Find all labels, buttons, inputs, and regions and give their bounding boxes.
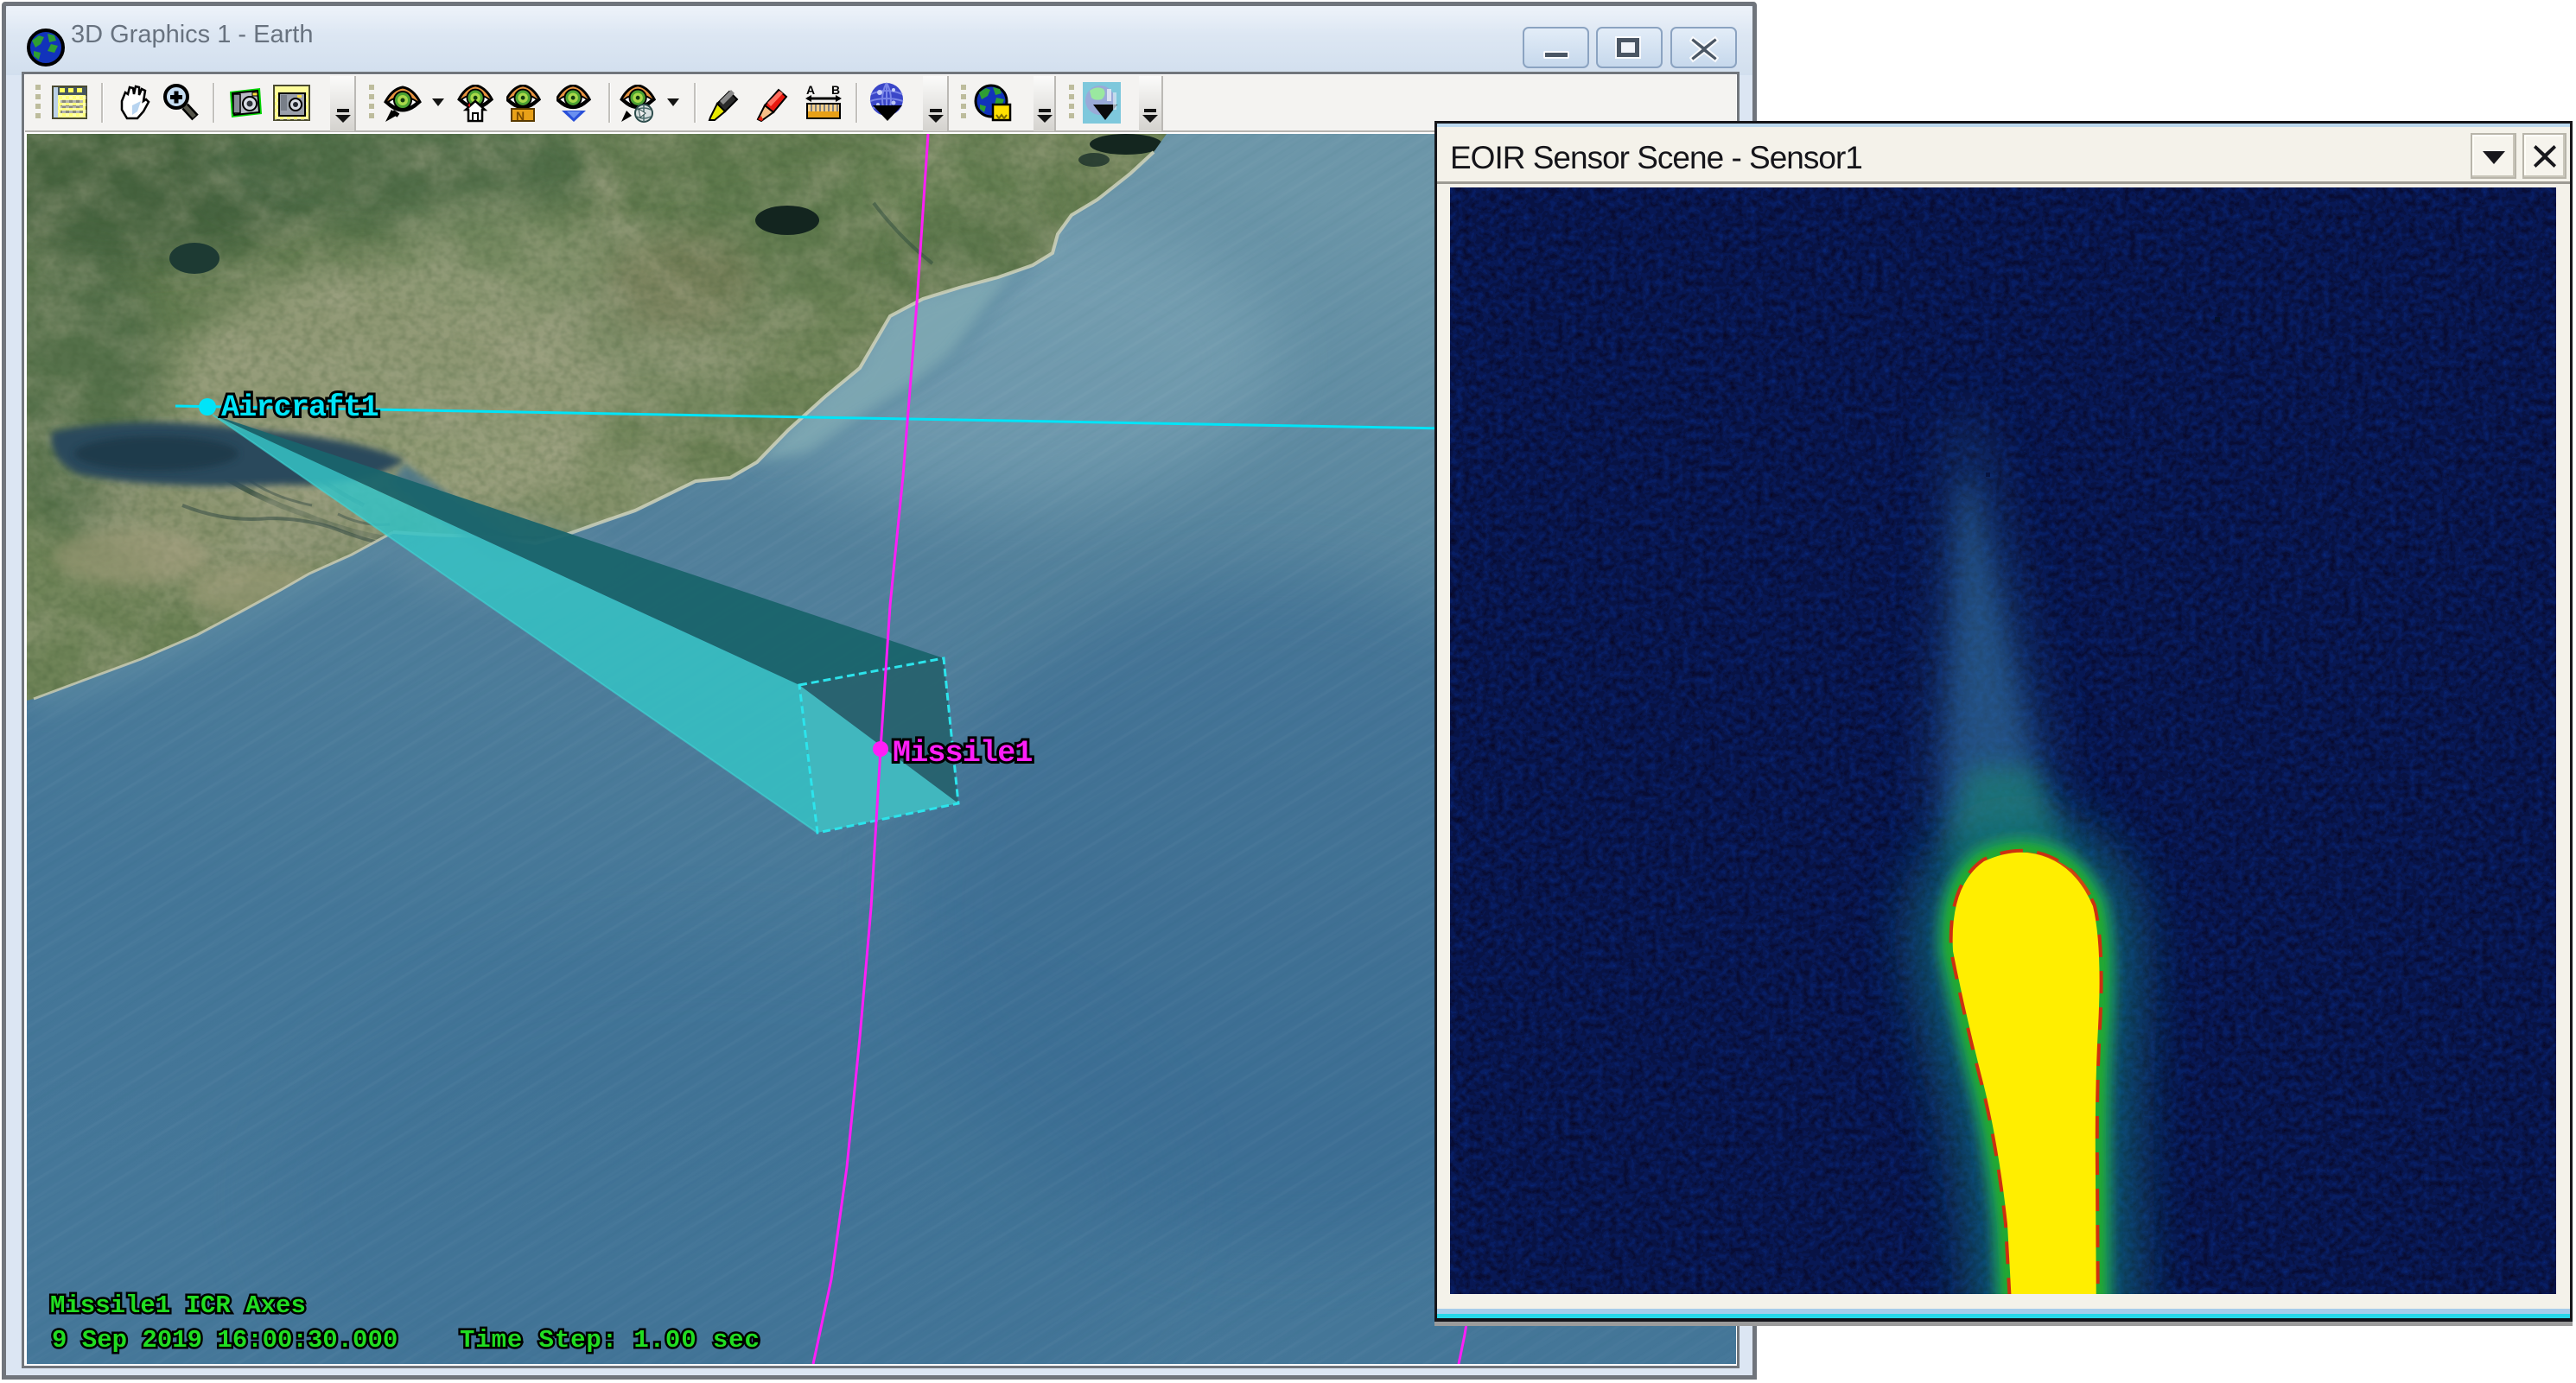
svg-text:Aircraft1: Aircraft1 xyxy=(221,390,378,425)
svg-text:Missile1: Missile1 xyxy=(893,736,1033,771)
svg-text:9 Sep 2019 16:00:30.000: 9 Sep 2019 16:00:30.000 xyxy=(52,1326,398,1354)
svg-text:N: N xyxy=(516,109,525,123)
svg-text:B: B xyxy=(831,84,840,97)
svg-text:A: A xyxy=(806,84,815,97)
svg-text:Missile1 ICR Axes: Missile1 ICR Axes xyxy=(50,1291,306,1320)
svg-text:Time Step: 1.00 sec: Time Step: 1.00 sec xyxy=(460,1326,760,1354)
